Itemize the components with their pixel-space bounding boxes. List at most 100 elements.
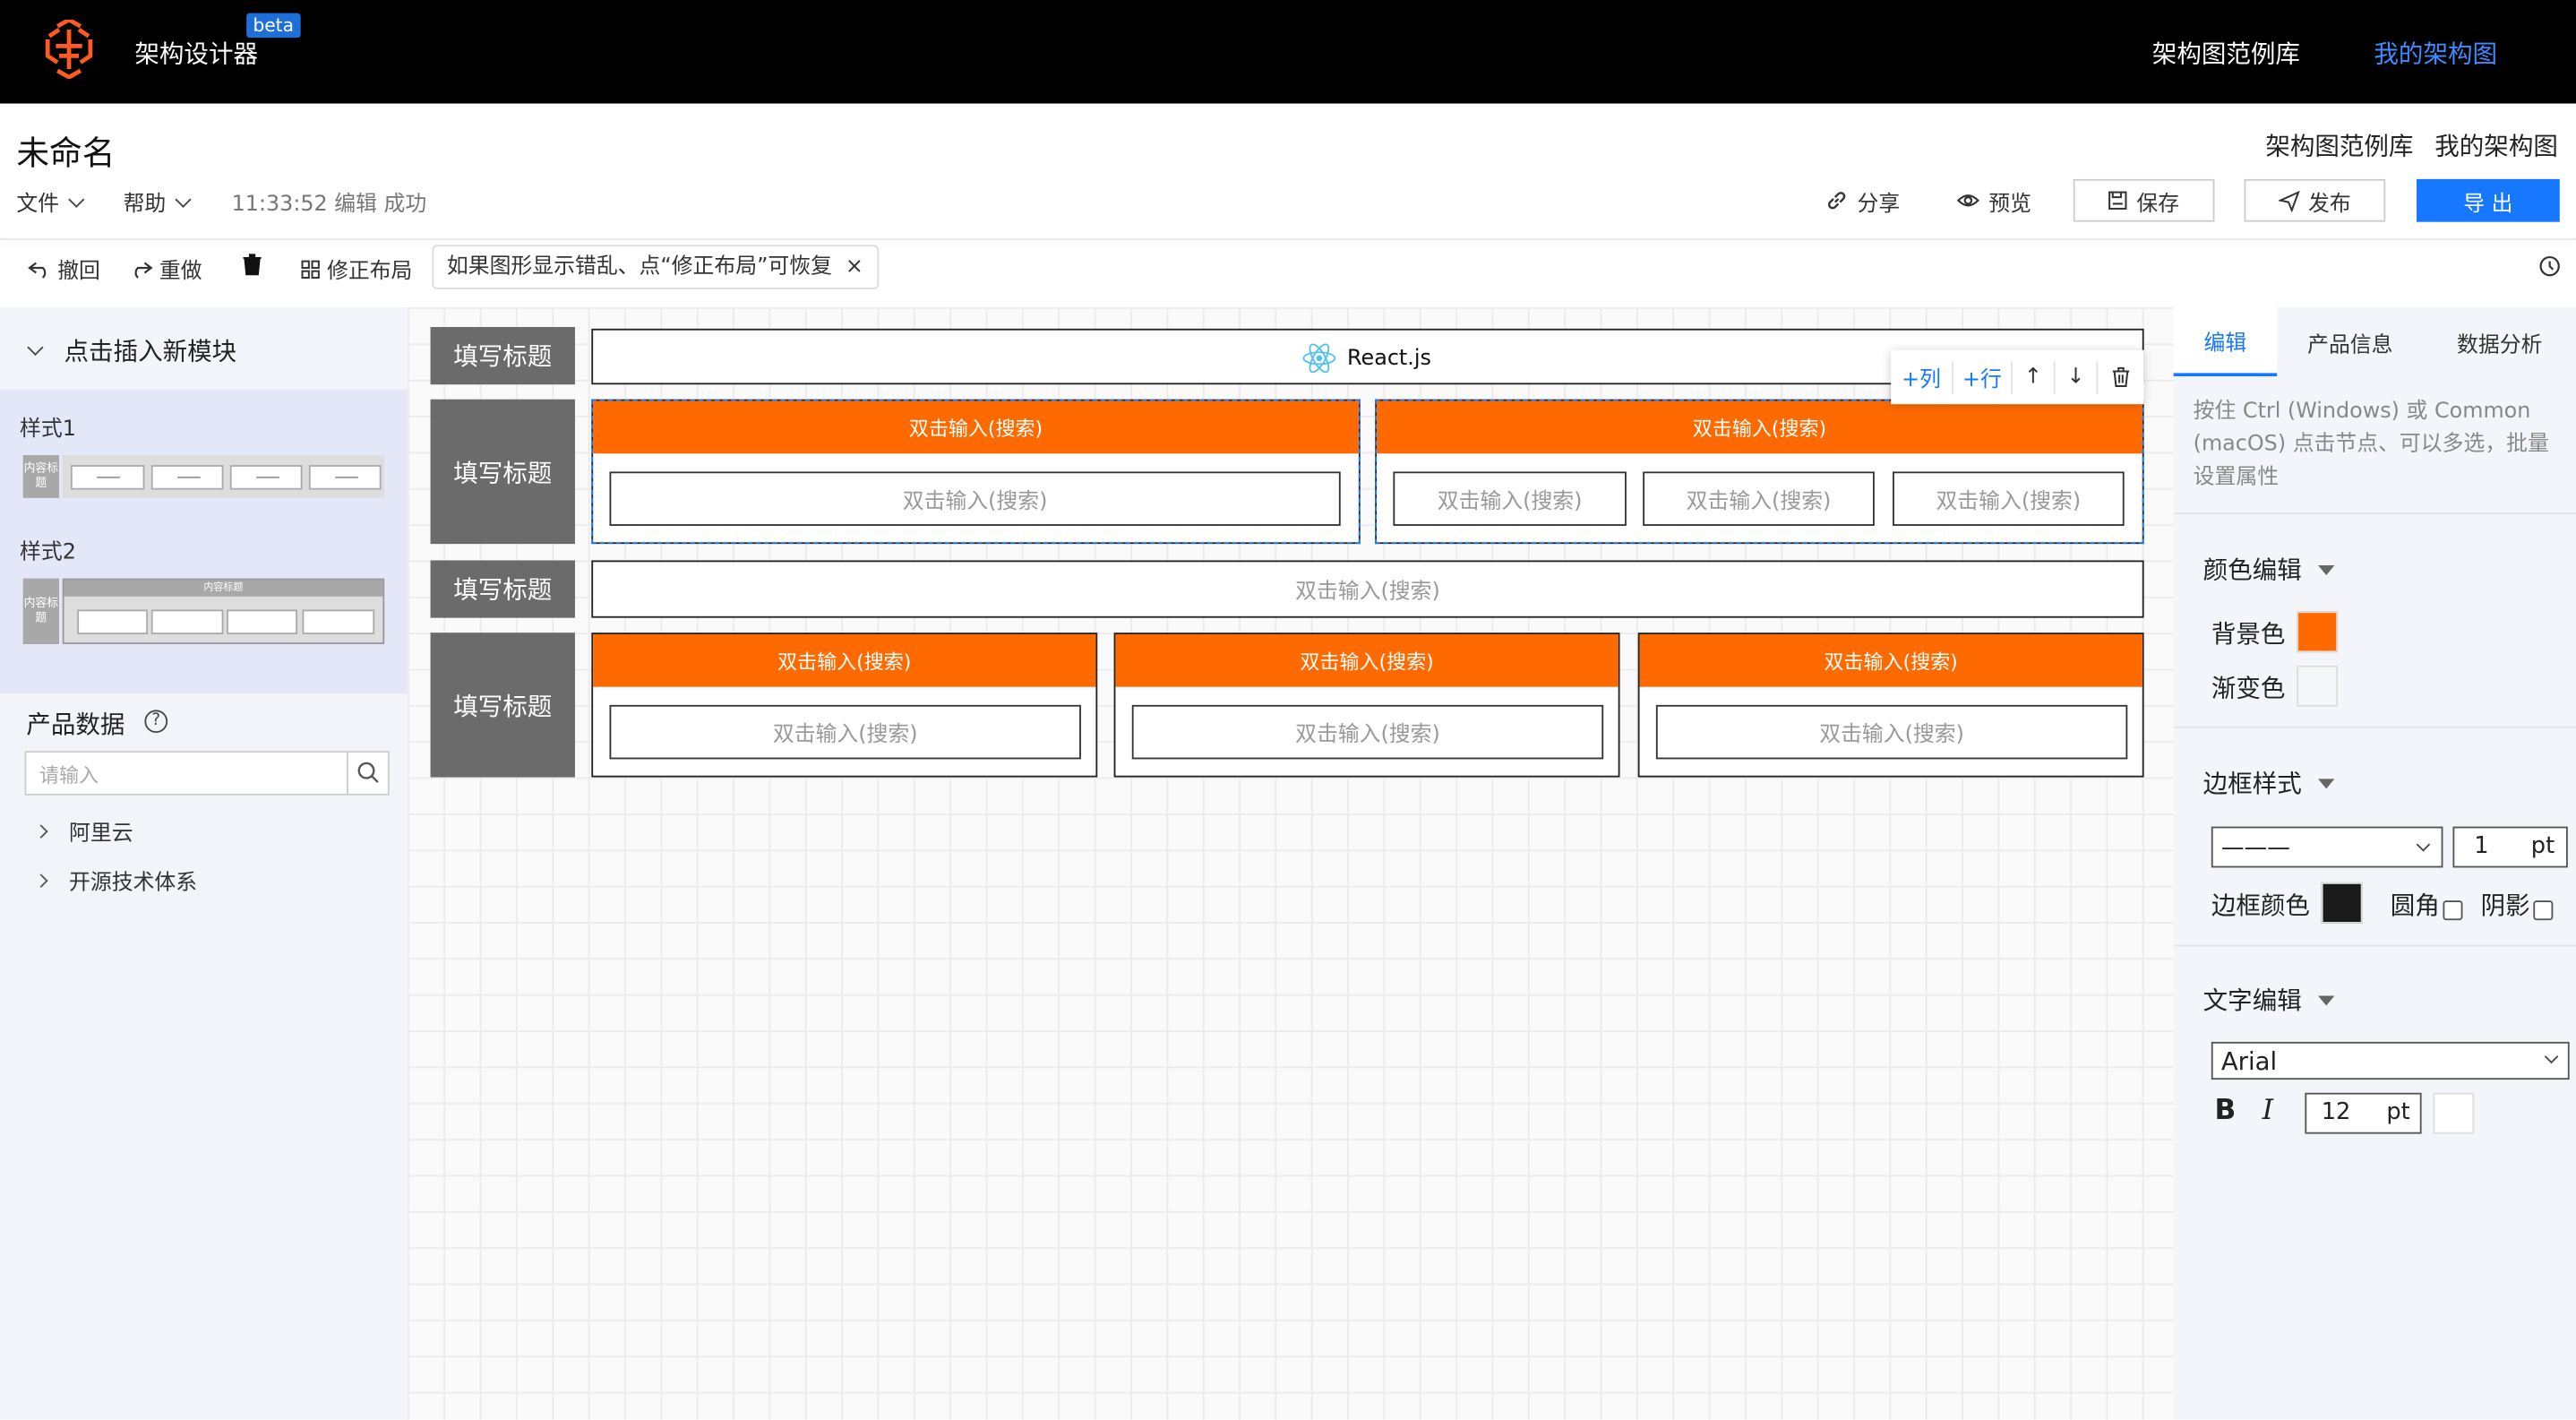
app-root: 架构设计器 beta 架构图范例库 我的架构图 未命名 文件 帮助 11:33:… <box>0 0 2576 1420</box>
mini-cell <box>308 465 382 490</box>
search-placeholder: 请输入 <box>39 763 99 787</box>
mini-dash <box>97 476 120 478</box>
border-color-label: 边框颜色 <box>2211 891 2310 921</box>
style-1-thumbnail[interactable]: 内容标题 <box>22 455 385 498</box>
color-section-header[interactable]: 颜色编辑 <box>2203 552 2335 587</box>
cell-box[interactable]: 双击输入(搜索) <box>609 704 1081 760</box>
group-header[interactable]: 双击输入(搜索) <box>1115 634 1619 687</box>
group-header[interactable]: 双击输入(搜索) <box>593 634 1096 687</box>
border-style-select[interactable]: ——— <box>2211 826 2443 868</box>
save-button[interactable]: 保存 <box>2073 178 2215 222</box>
add-column-button[interactable]: +列 <box>1891 360 1953 394</box>
tab-data-analysis[interactable]: 数据分析 <box>2423 307 2576 376</box>
checkbox-icon <box>2443 899 2463 920</box>
font-size-unit: pt <box>2386 1099 2410 1126</box>
bg-color-swatch[interactable] <box>2297 611 2339 653</box>
tab-product-info[interactable]: 产品信息 <box>2277 307 2423 376</box>
chevron-down-icon <box>175 191 192 208</box>
shadow-checkbox[interactable] <box>2533 892 2554 924</box>
mini-cell <box>150 609 224 635</box>
border-width-input[interactable]: 1 pt <box>2452 826 2568 868</box>
react-label: React.js <box>1347 346 1431 371</box>
undo-label: 撤回 <box>57 259 100 285</box>
mini-dash <box>256 476 279 478</box>
font-size-input[interactable]: 12 pt <box>2305 1092 2422 1134</box>
tree-item-label: 阿里云 <box>69 822 133 847</box>
radius-label: 圆角 <box>2390 891 2440 921</box>
shadow-label: 阴影 <box>2480 891 2530 921</box>
border-width-value: 1 <box>2474 832 2489 860</box>
node-toolbar: +列 +行 ↑ ↓ <box>1891 349 2144 405</box>
app-logo-icon[interactable] <box>43 20 96 80</box>
tree-item-opensource[interactable]: 开源技术体系 <box>34 865 197 896</box>
group-header[interactable]: 双击输入(搜索) <box>1639 634 2142 687</box>
chevron-right-icon <box>34 874 48 888</box>
search-icon <box>357 762 379 783</box>
radius-checkbox[interactable] <box>2443 892 2463 924</box>
layout-tip: 如果图形显示错乱、点“修正布局”可恢复 × <box>432 245 879 289</box>
chevron-down-icon <box>2544 1049 2559 1064</box>
border-section-header[interactable]: 边框样式 <box>2203 766 2335 801</box>
mini-cell <box>302 609 375 635</box>
cell-box[interactable]: 双击输入(搜索) <box>591 560 2144 618</box>
cell-box[interactable]: 双击输入(搜索) <box>1131 704 1604 760</box>
mini-cell <box>77 609 149 635</box>
chevron-down-icon <box>2416 837 2431 852</box>
undo-button[interactable]: 撤回 <box>28 253 100 284</box>
top-link-examples[interactable]: 架构图范例库 <box>2152 36 2300 71</box>
redo-button[interactable]: 重做 <box>130 253 202 284</box>
font-family-select[interactable]: Arial <box>2211 1041 2570 1080</box>
insert-module-header[interactable]: 点击插入新模块 <box>26 333 236 368</box>
multi-select-hint: 按住 Ctrl (Windows) 或 Common (macOS) 点击节点、… <box>2193 399 2549 490</box>
move-up-button[interactable]: ↑ <box>2013 360 2056 394</box>
trash-icon <box>243 254 262 276</box>
redo-icon <box>134 261 153 278</box>
gradient-swatch[interactable] <box>2297 665 2339 707</box>
caret-down-icon <box>2318 778 2335 788</box>
italic-button[interactable]: I <box>2263 1095 2273 1128</box>
row-title[interactable]: 填写标题 <box>430 560 575 618</box>
product-search-input[interactable]: 请输入 <box>24 751 390 796</box>
delete-button[interactable] <box>242 253 263 276</box>
bold-button[interactable]: B <box>2215 1095 2237 1128</box>
border-color-swatch[interactable] <box>2321 882 2363 924</box>
share-button[interactable]: 分享 <box>1814 179 1912 222</box>
preview-button[interactable]: 预览 <box>1945 179 2044 222</box>
mini-cell <box>227 609 297 635</box>
text-color-swatch[interactable] <box>2433 1092 2475 1134</box>
document-title[interactable]: 未命名 <box>16 126 115 174</box>
eye-icon <box>1957 194 1980 207</box>
header-link-my-diagrams[interactable]: 我的架构图 <box>2434 128 2558 163</box>
publish-button[interactable]: 发布 <box>2244 178 2386 222</box>
move-down-button[interactable]: ↓ <box>2056 360 2099 394</box>
add-row-button[interactable]: +行 <box>1953 360 2013 394</box>
react-logo-icon <box>1302 343 1336 374</box>
row-title[interactable]: 填写标题 <box>430 633 575 778</box>
delete-node-button[interactable] <box>2098 361 2143 394</box>
close-icon[interactable]: × <box>846 254 863 280</box>
menu-help[interactable]: 帮助 <box>124 185 192 217</box>
top-link-my-diagrams[interactable]: 我的架构图 <box>2374 36 2497 71</box>
row-title[interactable]: 填写标题 <box>430 327 575 385</box>
header-divider <box>0 237 2576 240</box>
publish-label: 发布 <box>2308 191 2351 217</box>
text-section-header[interactable]: 文字编辑 <box>2203 983 2335 1018</box>
mini-top-title: 内容标题 <box>64 580 383 597</box>
history-icon[interactable] <box>2538 254 2562 278</box>
row-title[interactable]: 填写标题 <box>430 399 575 545</box>
export-button[interactable]: 导 出 <box>2417 178 2560 222</box>
top-bar: 架构设计器 beta 架构图范例库 我的架构图 <box>0 0 2576 104</box>
tree-item-aliyun[interactable]: 阿里云 <box>34 815 133 847</box>
menu-file[interactable]: 文件 <box>16 185 85 217</box>
beta-badge: beta <box>246 13 301 39</box>
style-2-thumbnail[interactable]: 内容标题 内容标题 <box>22 578 385 645</box>
cell-box[interactable]: 双击输入(搜索) <box>1655 704 2128 760</box>
preview-label: 预览 <box>1988 191 2031 217</box>
layout-tip-text: 如果图形显示错乱、点“修正布局”可恢复 <box>446 254 832 280</box>
header-link-examples[interactable]: 架构图范例库 <box>2265 128 2413 163</box>
help-icon[interactable]: ? <box>144 710 168 734</box>
border-style-value: ——— <box>2220 833 2290 861</box>
tab-edit[interactable]: 编辑 <box>2173 306 2278 377</box>
fix-layout-button[interactable]: 修正布局 <box>301 253 412 284</box>
search-button[interactable] <box>347 753 388 794</box>
